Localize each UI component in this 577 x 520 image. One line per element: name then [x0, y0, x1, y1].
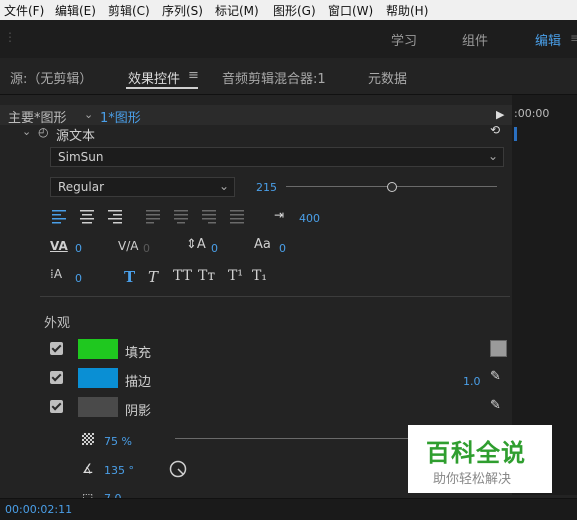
breadcrumb-clip[interactable]: 1*图形 [100, 107, 141, 126]
menu-bar: 文件(F) 编辑(E) 剪辑(C) 序列(S) 标记(M) 图形(G) 窗口(W… [0, 0, 577, 20]
menu-sequence[interactable]: 序列(S) [162, 2, 203, 19]
all-caps-button[interactable]: TT [173, 268, 192, 284]
font-style-select[interactable]: Regular ⌄ [50, 177, 235, 197]
collapse-chevron-icon[interactable]: ⌄ [22, 125, 31, 138]
timeline-timecode: :00:00 [514, 107, 550, 120]
shadow-checkbox[interactable] [50, 400, 63, 413]
kerning-icon: VA [50, 239, 68, 253]
justify-last-center-icon [174, 210, 188, 224]
workspace-bar: ⋮ 学习 组件 编辑 ≡ [0, 20, 577, 58]
fill-checkbox[interactable] [50, 342, 63, 355]
workspace-edit[interactable]: 编辑 [535, 30, 561, 49]
menu-edit[interactable]: 编辑(E) [55, 2, 96, 19]
tab-metadata[interactable]: 元数据 [368, 68, 407, 87]
font-size-value[interactable]: 215 [256, 181, 277, 194]
menu-graphics[interactable]: 图形(G) [273, 2, 316, 19]
eyedropper-icon[interactable]: ✎ [490, 369, 501, 384]
baseline-shift-value[interactable]: 0 [279, 242, 286, 255]
font-family-select[interactable]: SimSun ⌄ [50, 147, 504, 167]
font-size-slider-handle[interactable] [386, 182, 397, 192]
stroke-checkbox[interactable] [50, 371, 63, 384]
overflow-icon[interactable]: ≡ [570, 31, 577, 45]
justify-last-left-icon [146, 210, 160, 224]
subscript-button[interactable]: T₁ [252, 268, 267, 284]
align-left-icon [52, 210, 66, 224]
watermark-title: 百科全说 [426, 439, 526, 467]
chevron-down-icon[interactable]: ⌄ [84, 108, 93, 121]
shadow-label: 阴影 [125, 404, 152, 419]
angle-icon: ∡ [82, 462, 94, 477]
stopwatch-icon[interactable]: ◴ [38, 125, 48, 139]
playhead-marker[interactable] [514, 127, 517, 141]
align-center-icon [80, 210, 94, 224]
fill-eyedropper-swatch[interactable] [490, 340, 507, 357]
tab-audio-clip-mixer[interactable]: 音频剪辑混合器:1 [222, 68, 326, 87]
shadow-opacity-value[interactable]: 75 % [104, 435, 132, 448]
source-text-label: 源文本 [56, 129, 96, 144]
opacity-slider[interactable] [175, 438, 410, 439]
small-caps-button[interactable]: Tт [198, 268, 215, 284]
fill-color-swatch[interactable] [78, 339, 118, 359]
font-style-value: Regular [58, 180, 105, 194]
baseline-shift-icon: Aa [254, 237, 271, 252]
opacity-icon [82, 433, 94, 445]
watermark-logo: 百科全说 助你轻松解决 [408, 425, 552, 493]
tracking-value[interactable]: 0 [143, 242, 150, 255]
alignment-toolbar [52, 210, 244, 224]
eyedropper-icon[interactable]: ✎ [490, 398, 501, 413]
tab-width-icon: ⇥ [274, 208, 285, 222]
shadow-angle-value[interactable]: 135 ° [104, 464, 134, 477]
menu-clip[interactable]: 剪辑(C) [108, 2, 150, 19]
menu-window[interactable]: 窗口(W) [328, 2, 373, 19]
faux-bold-button[interactable]: T [124, 268, 135, 286]
reset-icon[interactable]: ⟲ [490, 123, 500, 137]
chevron-down-icon: ⌄ [219, 179, 230, 193]
watermark-subtitle: 助你轻松解决 [433, 472, 512, 487]
stroke-color-swatch[interactable] [78, 368, 118, 388]
status-bar: 00:00:02:11 [0, 498, 577, 520]
workspace-learn[interactable]: 学习 [391, 30, 417, 49]
grip-icon: ⋮ [4, 30, 16, 44]
play-arrow-icon[interactable]: ▶ [496, 108, 504, 121]
tsume-icon: ⁞A [50, 267, 63, 281]
justify-last-right-icon [202, 210, 216, 224]
align-right-icon [108, 210, 122, 224]
leading-icon: ⇕A [186, 237, 206, 252]
chevron-down-icon: ⌄ [488, 149, 499, 163]
angle-dial[interactable] [169, 460, 187, 478]
breadcrumb-master[interactable]: 主要*图形 [8, 107, 67, 126]
tsume-value[interactable]: 0 [75, 272, 82, 285]
font-family-value: SimSun [58, 150, 104, 164]
faux-italic-button[interactable]: T [148, 268, 158, 286]
panel-menu-icon[interactable]: ≡ [188, 68, 199, 83]
kerning-value[interactable]: 0 [75, 242, 82, 255]
tab-effect-controls[interactable]: 效果控件 [128, 68, 180, 87]
tab-width-value[interactable]: 400 [299, 212, 320, 225]
panel-tab-bar: 源:（无剪辑） 效果控件 ≡ 音频剪辑混合器:1 元数据 [0, 58, 577, 95]
fill-label: 填充 [125, 346, 152, 361]
tab-source[interactable]: 源:（无剪辑） [10, 68, 92, 87]
shadow-color-swatch[interactable] [78, 397, 118, 417]
justify-all-icon [230, 210, 244, 224]
leading-value[interactable]: 0 [211, 242, 218, 255]
font-size-slider[interactable] [286, 182, 497, 192]
menu-marker[interactable]: 标记(M) [215, 2, 259, 19]
current-timecode[interactable]: 00:00:02:11 [5, 503, 72, 516]
breadcrumb: 主要*图形 ⌄ 1*图形 ▶ [0, 105, 512, 126]
stroke-width-value[interactable]: 1.0 [463, 375, 481, 388]
superscript-button[interactable]: T¹ [228, 268, 243, 284]
menu-file[interactable]: 文件(F) [4, 2, 44, 19]
tracking-icon: V/A [118, 239, 139, 253]
stroke-label: 描边 [125, 375, 152, 390]
menu-help[interactable]: 帮助(H) [386, 2, 428, 19]
section-divider [40, 296, 510, 297]
active-tab-indicator [126, 87, 198, 89]
appearance-title: 外观 [44, 316, 71, 331]
workspace-assembly[interactable]: 组件 [462, 30, 488, 49]
